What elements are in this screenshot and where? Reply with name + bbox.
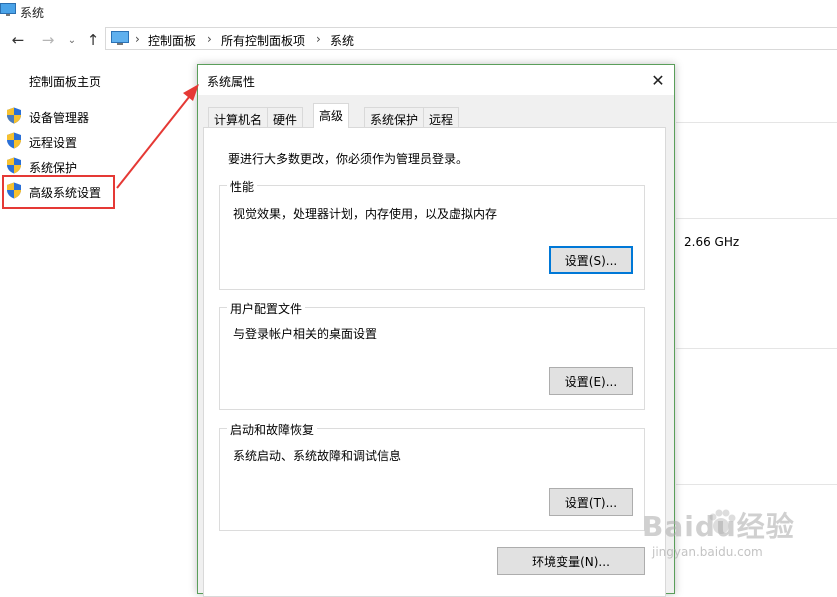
breadcrumb-separator: ›	[207, 32, 212, 46]
shield-icon	[7, 107, 21, 124]
startup-recovery-group-title: 启动和故障恢复	[227, 421, 318, 438]
monitor-icon	[0, 3, 16, 16]
window-title: 系统	[20, 6, 45, 20]
breadcrumb-system[interactable]: 系统	[330, 32, 354, 49]
user-profiles-description: 与登录帐户相关的桌面设置	[233, 327, 378, 341]
divider	[676, 122, 837, 123]
performance-settings-button[interactable]: 设置(S)...	[549, 246, 633, 274]
sidebar-item-device-manager[interactable]: 设备管理器	[29, 109, 89, 126]
performance-description: 视觉效果，处理器计划，内存使用，以及虚拟内存	[233, 207, 498, 221]
system-properties-dialog: 系统属性 ✕ 计算机名 硬件 高级 系统保护 远程 要进行大多数更改，你必须作为…	[197, 64, 675, 597]
shield-icon	[7, 132, 21, 149]
forward-arrow-icon[interactable]: →	[38, 30, 58, 50]
tab-computer-name[interactable]: 计算机名	[208, 107, 269, 127]
tab-advanced[interactable]: 高级	[313, 103, 350, 128]
watermark-url: jingyan.baidu.com	[652, 545, 763, 559]
breadcrumb-separator: ›	[316, 32, 321, 46]
window-titlebar	[0, 0, 837, 24]
dialog-titlebar[interactable]	[198, 65, 674, 95]
divider	[676, 218, 837, 219]
watermark-brand: Baidu经验	[642, 510, 795, 543]
startup-recovery-settings-button[interactable]: 设置(T)...	[549, 488, 633, 516]
environment-variables-button[interactable]: 环境变量(N)...	[497, 547, 645, 575]
user-profiles-group-title: 用户配置文件	[227, 300, 306, 317]
tab-hardware[interactable]: 硬件	[267, 107, 304, 127]
close-icon[interactable]: ✕	[646, 68, 670, 92]
breadcrumb-all-items[interactable]: 所有控制面板项	[221, 32, 305, 49]
user-profiles-settings-button[interactable]: 设置(E)...	[549, 367, 633, 395]
chevron-down-icon[interactable]: ⌄	[62, 30, 82, 50]
divider	[676, 348, 837, 349]
startup-recovery-description: 系统启动、系统故障和调试信息	[233, 449, 402, 463]
control-panel-icon	[111, 31, 129, 45]
tab-remote[interactable]: 远程	[423, 107, 460, 127]
performance-group-title: 性能	[227, 178, 258, 195]
back-arrow-icon[interactable]: ←	[8, 30, 28, 50]
breadcrumb-separator: ›	[135, 32, 140, 46]
up-arrow-icon[interactable]: ↑	[83, 30, 103, 50]
dialog-title: 系统属性	[207, 75, 256, 89]
address-bar[interactable]	[105, 27, 837, 50]
performance-group	[219, 185, 645, 290]
shield-icon	[7, 157, 21, 174]
sidebar-item-remote-settings[interactable]: 远程设置	[29, 134, 77, 151]
sidebar-item-system-protection[interactable]: 系统保护	[29, 159, 77, 176]
highlight-box	[2, 175, 115, 209]
divider	[676, 484, 837, 485]
breadcrumb-control-panel[interactable]: 控制面板	[148, 32, 196, 49]
control-panel-home-link[interactable]: 控制面板主页	[29, 73, 101, 90]
admin-notice: 要进行大多数更改，你必须作为管理员登录。	[228, 152, 469, 166]
processor-speed-value: 2.66 GHz	[684, 235, 740, 249]
tab-system-protection[interactable]: 系统保护	[364, 107, 425, 127]
